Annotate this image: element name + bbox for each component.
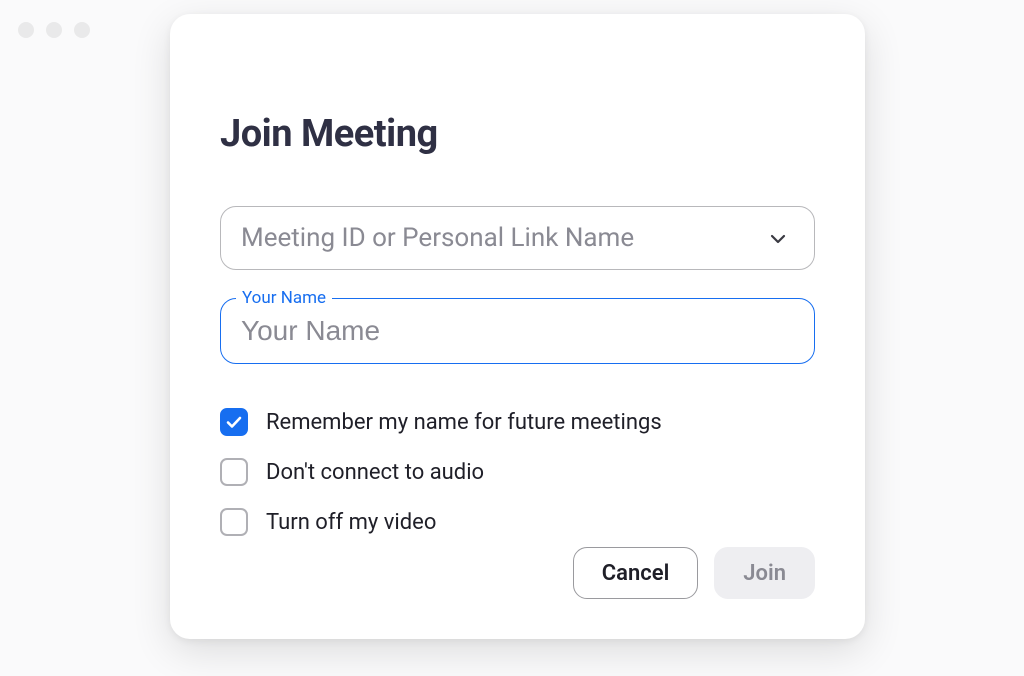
- checkbox-unchecked-icon: [220, 458, 248, 486]
- no-audio-option[interactable]: Don't connect to audio: [220, 458, 815, 486]
- checkbox-label: Turn off my video: [266, 510, 436, 535]
- traffic-dot[interactable]: [18, 22, 34, 38]
- checkbox-label: Remember my name for future meetings: [266, 410, 662, 435]
- options-group: Remember my name for future meetings Don…: [220, 408, 815, 536]
- join-meeting-dialog: Join Meeting Meeting ID or Personal Link…: [170, 14, 865, 639]
- join-button[interactable]: Join: [714, 547, 815, 599]
- name-field-label: Your Name: [236, 288, 332, 308]
- checkbox-label: Don't connect to audio: [266, 460, 484, 485]
- chevron-down-icon: [770, 229, 786, 248]
- traffic-dot[interactable]: [46, 22, 62, 38]
- dialog-footer: Cancel Join: [573, 547, 815, 599]
- window-traffic-lights: [18, 22, 90, 38]
- cancel-button[interactable]: Cancel: [573, 547, 699, 599]
- checkbox-unchecked-icon: [220, 508, 248, 536]
- traffic-dot[interactable]: [74, 22, 90, 38]
- dialog-title: Join Meeting: [220, 112, 815, 156]
- name-field-wrap: Your Name: [220, 298, 815, 364]
- meeting-id-placeholder: Meeting ID or Personal Link Name: [241, 223, 634, 253]
- checkbox-checked-icon: [220, 408, 248, 436]
- video-off-option[interactable]: Turn off my video: [220, 508, 815, 536]
- meeting-id-dropdown[interactable]: Meeting ID or Personal Link Name: [220, 206, 815, 270]
- remember-name-option[interactable]: Remember my name for future meetings: [220, 408, 815, 436]
